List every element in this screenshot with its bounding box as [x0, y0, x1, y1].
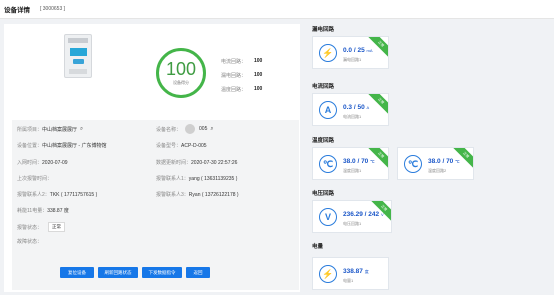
search-icon[interactable]: ⌕: [210, 126, 213, 133]
refresh-status-button[interactable]: 刷新回路状态: [98, 267, 138, 278]
status-ribbon: 正常: [367, 94, 388, 115]
reset-device-button[interactable]: 复位设备: [60, 267, 94, 278]
score-ring: 100 设备得分: [156, 48, 206, 98]
info-energy: 耗能11电量： 338.87 度: [17, 208, 69, 214]
info-last-report: 上次报警时间：: [17, 176, 53, 182]
thermometer-icon: ℃: [319, 155, 337, 173]
info-update-time: 数据更新时间： 2020-07-30 22:57:26: [156, 159, 238, 167]
info-alarm-contact2: 报警联系人2： TKK ( 17711757615 ): [17, 191, 98, 199]
section-leakage: 漏电回路: [312, 27, 335, 33]
device-code: [ 3000653 ]: [40, 6, 66, 12]
lightning-icon: ⚡: [319, 265, 337, 283]
info-alarm-contact1: 报警联系人1： yang ( 13631139235 ): [156, 175, 238, 183]
page-header: 设备详情 [ 3000653 ]: [0, 0, 554, 19]
lightning-icon: ⚡: [319, 44, 337, 62]
issue-command-button[interactable]: 下发数据指令: [142, 267, 182, 278]
ampere-icon: A: [319, 101, 337, 119]
search-icon[interactable]: ⌕: [80, 126, 83, 133]
info-install-date: 入网时间： 2020-07-09: [17, 159, 68, 167]
avatar: [185, 124, 196, 134]
score-row: 电流回路： 100: [221, 58, 263, 65]
info-model: 设备型号： ACP-D-005: [156, 142, 207, 150]
score-row: 漏电回路： 100: [221, 72, 263, 79]
score-label: 设备得分: [173, 79, 189, 85]
device-info-table: 所属项目： 中山档案展展厅 ⌕ 设备名称： 005 ⌕ 设备位置： 中山档案展展…: [12, 120, 299, 290]
status-badge: 正常: [48, 222, 66, 232]
device-image: [64, 34, 92, 78]
info-fault: 故障状态：: [17, 239, 43, 245]
section-current: 电流回路: [312, 84, 335, 90]
temperature-card-1[interactable]: ℃ 38.0 / 70 ℃ 温度回路1 正常: [312, 147, 389, 180]
info-status: 报警状态： 正常: [17, 222, 66, 232]
back-button[interactable]: 返回: [186, 267, 210, 278]
section-voltage: 电压回路: [312, 191, 335, 197]
volt-icon: V: [319, 208, 337, 226]
score-list: 电流回路： 100 漏电回路： 100 温度回路： 100: [221, 54, 262, 96]
device-overview-panel: 100 设备得分 电流回路： 100 漏电回路： 100 温度回路： 100 所属项目…: [4, 24, 300, 292]
energy-card[interactable]: ⚡ 338.87 度 电量1: [312, 257, 389, 290]
section-energy: 电量: [312, 244, 324, 250]
voltage-card[interactable]: V 236.29 / 242 V 电压回路1 正常: [312, 200, 392, 233]
info-alarm-contact3: 报警联系人3： Ryan ( 13726122178 ): [156, 191, 239, 199]
leakage-card[interactable]: ⚡ 0.0 / 25 mA 漏电回路1 正常: [312, 36, 389, 69]
temperature-card-2[interactable]: ℃ 38.0 / 70 ℃ 温度回路2 正常: [397, 147, 474, 180]
info-location: 设备位置： 中山档案展展厅 - 广东博物馆: [17, 143, 107, 149]
info-project: 所属项目： 中山档案展展厅 ⌕: [17, 126, 84, 133]
section-temperature: 温度回路: [312, 138, 335, 144]
page-title: 设备详情: [4, 7, 30, 14]
thermometer-icon: ℃: [404, 155, 422, 173]
score-value: 100: [165, 58, 197, 79]
current-card[interactable]: A 0.3 / 50 A 电流回路1 正常: [312, 93, 389, 126]
info-device-name: 设备名称： 005 ⌕: [156, 124, 214, 134]
score-row: 温度回路： 100: [221, 86, 263, 93]
